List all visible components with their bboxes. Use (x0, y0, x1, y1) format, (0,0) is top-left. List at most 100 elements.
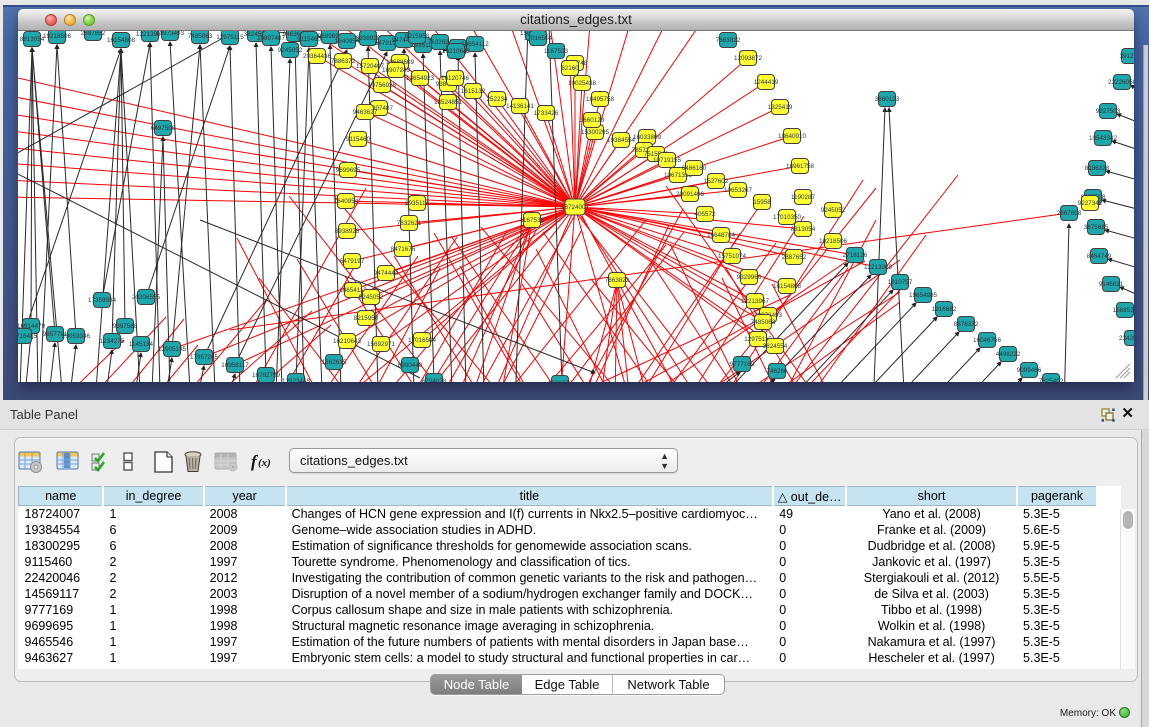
svg-text:10654112: 10654112 (461, 41, 489, 48)
svg-text:16046766: 16046766 (973, 337, 1002, 344)
svg-text:23226058: 23226058 (1108, 79, 1134, 86)
svg-text:6479197: 6479197 (340, 258, 365, 265)
svg-text:9245052: 9245052 (359, 294, 384, 301)
svg-text:3660123: 3660123 (580, 117, 605, 124)
svg-text:1916682: 1916682 (932, 306, 957, 313)
svg-text:1244419: 1244419 (754, 79, 779, 86)
svg-text:18724007: 18724007 (561, 204, 590, 211)
svg-text:8990448: 8990448 (398, 362, 423, 369)
svg-text:16120746: 16120746 (441, 75, 470, 82)
svg-text:2867608: 2867608 (1057, 210, 1082, 217)
svg-text:8454749: 8454749 (1087, 253, 1112, 260)
svg-text:1167533: 1167533 (520, 217, 545, 224)
svg-text:7485063: 7485063 (751, 319, 776, 326)
svg-text:16961758: 16961758 (786, 163, 815, 170)
svg-text:7625402: 7625402 (1039, 378, 1064, 382)
svg-text:10973493: 10973493 (156, 31, 185, 37)
svg-text:1325419: 1325419 (768, 104, 793, 111)
svg-text:62160: 62160 (561, 65, 579, 72)
svg-text:1234275: 1234275 (100, 338, 125, 345)
svg-text:13654923: 13654923 (406, 75, 435, 82)
svg-text:20053346: 20053346 (62, 333, 91, 340)
svg-text:1190287: 1190287 (791, 194, 816, 201)
svg-text:6466160: 6466160 (682, 165, 707, 172)
svg-text:3660123: 3660123 (875, 96, 900, 103)
svg-text:16154808: 16154808 (773, 283, 802, 290)
svg-text:18495758: 18495758 (586, 96, 615, 103)
svg-text:1733426: 1733426 (534, 110, 559, 117)
svg-text:7632621: 7632621 (397, 220, 422, 227)
svg-text:9329966: 9329966 (737, 274, 762, 281)
svg-text:10719155: 10719155 (653, 157, 682, 164)
svg-text:15692971: 15692971 (367, 341, 396, 348)
svg-text:1362615: 1362615 (322, 359, 347, 366)
svg-text:19218506: 19218506 (819, 238, 848, 245)
svg-text:2935114: 2935114 (405, 200, 430, 207)
svg-text:9245052: 9245052 (278, 47, 303, 54)
svg-text:7663822: 7663822 (605, 277, 630, 284)
svg-text:23420046: 23420046 (1119, 335, 1134, 342)
svg-text:16210643: 16210643 (333, 338, 362, 345)
svg-text:1621072: 1621072 (548, 380, 573, 382)
svg-text:9327503: 9327503 (1096, 108, 1121, 115)
svg-text:15751074: 15751074 (718, 253, 747, 260)
svg-text:7663822: 7663822 (716, 37, 741, 44)
svg-text:10807487: 10807487 (257, 35, 286, 42)
svg-text:8471676: 8471676 (391, 246, 416, 253)
svg-text:6497508: 6497508 (151, 125, 176, 132)
svg-text:16154808: 16154808 (107, 37, 136, 44)
svg-text:4498222: 4498222 (996, 351, 1021, 358)
svg-text:1615132: 1615132 (461, 88, 486, 95)
svg-text:7485063: 7485063 (188, 33, 213, 40)
svg-text:9699695: 9699695 (336, 167, 361, 174)
svg-text:1167533: 1167533 (544, 48, 569, 55)
svg-text:1527602: 1527602 (704, 178, 729, 185)
svg-text:12213369: 12213369 (864, 264, 893, 271)
svg-text:18640910: 18640910 (778, 133, 807, 140)
svg-text:9245052: 9245052 (821, 207, 846, 214)
svg-text:17957245: 17957245 (190, 354, 219, 361)
svg-text:9474444: 9474444 (374, 270, 399, 277)
svg-text:8813054: 8813054 (20, 36, 45, 43)
svg-text:17016504: 17016504 (524, 35, 553, 42)
svg-text:13524851: 13524851 (434, 99, 463, 106)
svg-text:18907249: 18907249 (382, 67, 411, 74)
svg-text:1610757: 1610757 (888, 279, 913, 286)
svg-text:17359934: 17359934 (88, 297, 117, 304)
svg-text:12213967: 12213967 (741, 298, 770, 305)
svg-text:9463627: 9463627 (353, 109, 378, 116)
svg-text:17010350: 17010350 (773, 214, 802, 221)
svg-text:252234: 252234 (486, 96, 508, 103)
svg-text:8878332: 8878332 (954, 321, 979, 328)
svg-text:9115460: 9115460 (346, 136, 371, 143)
svg-text:10958117: 10958117 (221, 362, 249, 369)
svg-text:12975115: 12975115 (216, 34, 244, 41)
svg-text:3824554: 3824554 (763, 343, 788, 350)
svg-text:8186328: 8186328 (1085, 165, 1110, 172)
svg-text:1588520: 1588520 (1113, 307, 1134, 314)
svg-text:20091406: 20091406 (676, 191, 705, 198)
svg-text:9099486: 9099486 (1017, 367, 1042, 374)
svg-text:15958: 15958 (753, 199, 771, 206)
svg-text:13716485: 13716485 (18, 333, 37, 340)
svg-text:2887652: 2887652 (81, 31, 106, 37)
svg-text:12923448: 12923448 (282, 378, 311, 382)
svg-text:10756928: 10756928 (368, 82, 397, 89)
svg-text:19384554: 19384554 (607, 137, 636, 144)
svg-text:16648784: 16648784 (707, 232, 736, 239)
svg-text:19218506: 19218506 (43, 33, 72, 40)
svg-text:8938928: 8938928 (335, 228, 360, 235)
svg-text:17016504: 17016504 (408, 337, 437, 344)
svg-text:15300295: 15300295 (581, 129, 610, 136)
svg-text:12505135: 12505135 (158, 346, 187, 353)
svg-text:(x): (x) (258, 457, 271, 469)
svg-text:10653267: 10653267 (724, 187, 753, 194)
svg-text:16210643: 16210643 (442, 48, 471, 55)
svg-text:10543342: 10543342 (1089, 135, 1118, 142)
svg-text:2887652: 2887652 (782, 254, 807, 261)
svg-text:8215958: 8215958 (354, 315, 379, 322)
svg-text:8813054: 8813054 (791, 226, 816, 233)
svg-text:16782759: 16782759 (252, 372, 281, 379)
svg-text:8215958: 8215958 (405, 33, 430, 40)
svg-text:20364436: 20364436 (303, 53, 332, 60)
